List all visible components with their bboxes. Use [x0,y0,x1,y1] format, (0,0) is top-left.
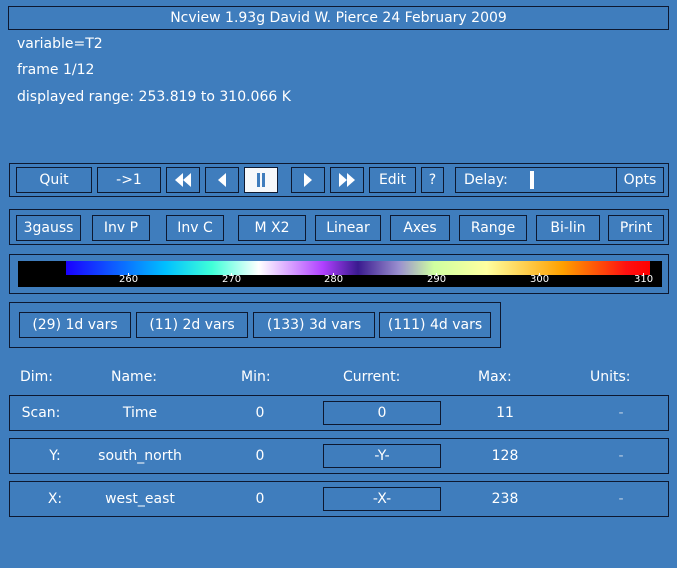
dim-max: 128 [491,448,519,464]
dim-units: - [618,405,624,421]
control-bar: Quit ->1 Edit ? Delay: Opts [9,163,669,197]
fast-forward-button[interactable] [330,167,364,193]
step-back-button[interactable] [205,167,239,193]
dimension-row-scan: Scan: Time 0 0 11 - [9,395,669,431]
dim-label: Scan: [21,405,61,421]
vars-2d-button[interactable]: (11) 2d vars [136,312,248,338]
colorbar: 260 270 280 290 300 310 [18,261,662,287]
pause-button[interactable] [244,167,278,193]
vars-4d-button[interactable]: (111) 4d vars [379,312,491,338]
help-button[interactable]: ? [421,167,444,193]
colorbar-gradient [66,261,650,275]
delay-slider-handle[interactable] [530,171,534,189]
dim-max: 238 [491,491,519,507]
step-forward-icon [304,173,312,187]
dim-units: - [618,448,624,464]
option-3gauss-button[interactable]: 3gauss [16,215,81,241]
name-header: Name: [111,369,158,385]
dim-current-button[interactable]: -X- [323,487,441,511]
opts-button[interactable]: Opts [616,167,664,193]
options-bar: 3gauss Inv P Inv C M X2 Linear Axes Rang… [9,209,669,245]
dim-current-button[interactable]: -Y- [323,444,441,468]
edit-button[interactable]: Edit [369,167,416,193]
dim-name: west_east [105,491,175,507]
colorbar-tick-260: 260 [119,274,139,285]
dim-min: 0 [255,448,265,464]
rewind-button[interactable] [166,167,200,193]
colorbar-tick-300: 300 [530,274,550,285]
frame-label: frame 1/12 [17,62,95,78]
dimension-row-x: X: west_east 0 -X- 238 - [9,481,669,517]
colorbar-panel: 260 270 280 290 300 310 [9,254,669,294]
option-axes-button[interactable]: Axes [390,215,450,241]
min-header: Min: [241,369,271,385]
option-bilin-button[interactable]: Bi-lin [536,215,600,241]
vars-1d-button[interactable]: (29) 1d vars [19,312,131,338]
max-header: Max: [478,369,512,385]
delay-control[interactable]: Delay: [455,167,620,193]
step-back-icon [218,173,226,187]
dim-name: Time [122,405,158,421]
pause-icon [257,173,265,187]
dim-units: - [618,491,624,507]
dim-min: 0 [255,491,265,507]
option-inv-p-button[interactable]: Inv P [92,215,150,241]
fast-forward-icon [339,173,355,187]
dim-header: Dim: [20,369,54,385]
variable-groups-panel: (29) 1d vars (11) 2d vars (133) 3d vars … [9,302,501,348]
dimension-row-y: Y: south_north 0 -Y- 128 - [9,438,669,474]
variable-label: variable=T2 [17,36,103,52]
dim-min: 0 [255,405,265,421]
current-header: Current: [343,369,401,385]
option-mx2-button[interactable]: M X2 [238,215,306,241]
colorbar-tick-270: 270 [222,274,242,285]
option-range-button[interactable]: Range [459,215,527,241]
dim-name: south_north [98,448,182,464]
dim-label: X: [47,491,63,507]
colorbar-tick-290: 290 [427,274,447,285]
vars-3d-button[interactable]: (133) 3d vars [253,312,375,338]
range-label: displayed range: 253.819 to 310.066 K [17,89,291,105]
dim-max: 11 [496,405,514,421]
colorbar-tick-280: 280 [324,274,344,285]
colorbar-tick-310: 310 [634,274,654,285]
option-linear-button[interactable]: Linear [315,215,381,241]
window-title: Ncview 1.93g David W. Pierce 24 February… [8,6,669,30]
step-forward-button[interactable] [291,167,325,193]
option-print-button[interactable]: Print [608,215,664,241]
delay-label: Delay: [464,172,508,188]
first-frame-button[interactable]: ->1 [97,167,161,193]
quit-button[interactable]: Quit [16,167,92,193]
option-inv-c-button[interactable]: Inv C [166,215,224,241]
fast-rewind-icon [175,173,191,187]
units-header: Units: [590,369,631,385]
dim-label: Y: [49,448,61,464]
dim-current-button[interactable]: 0 [323,401,441,425]
